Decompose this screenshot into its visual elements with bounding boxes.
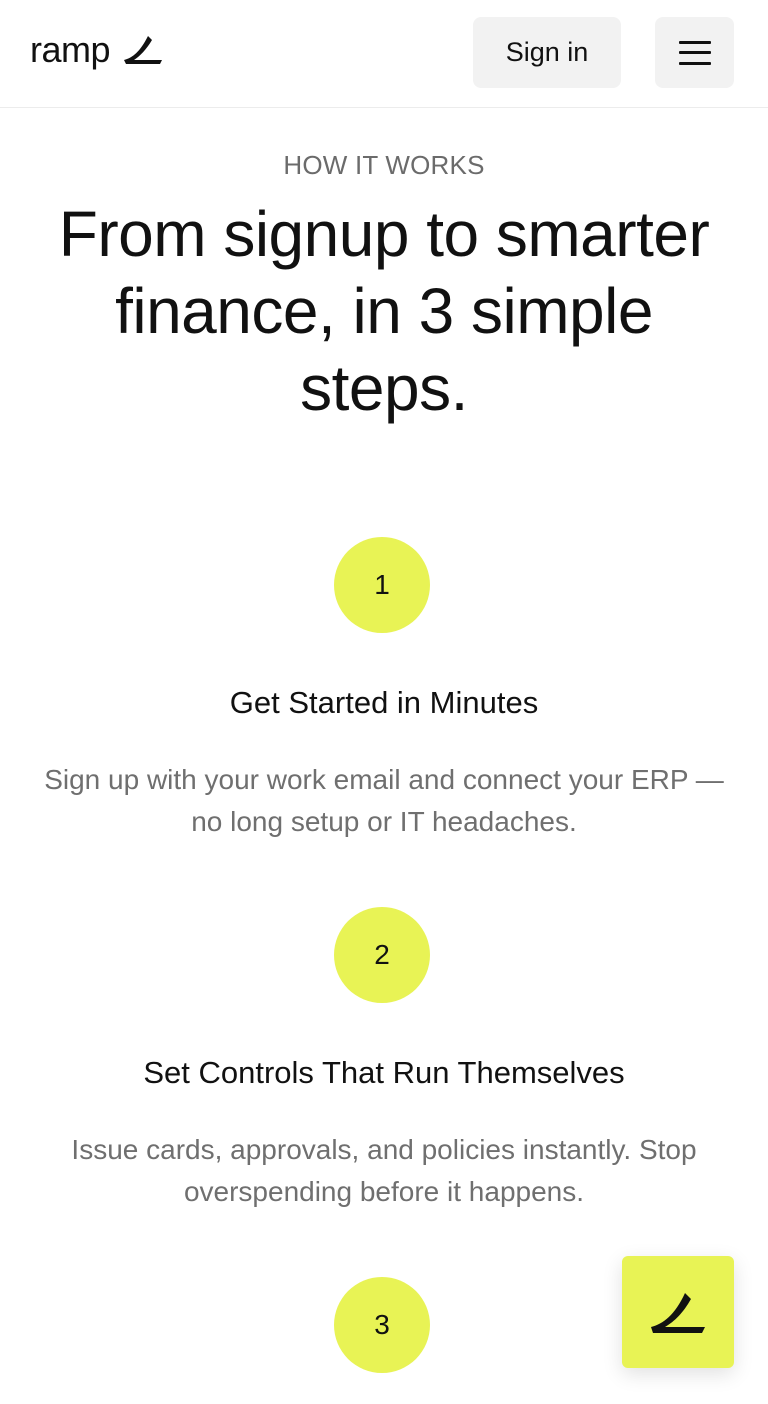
ramp-logo[interactable]: ramp [30,28,164,76]
step-number-badge: 3 [334,1277,430,1373]
step-description: Sign up with your work email and connect… [44,764,724,837]
menu-button[interactable] [655,17,734,88]
step-number-badge: 1 [334,537,430,633]
ramp-logo-icon [124,36,163,64]
page: ramp Sign in HOW IT WORKS From signup to… [0,0,768,1404]
floating-assistant-button[interactable] [622,1256,734,1368]
logo-wordmark: ramp [30,29,111,70]
step-title: Set Controls That Run Themselves [143,1055,625,1090]
step-description: Issue cards, approvals, and policies ins… [71,1134,697,1207]
hamburger-menu-icon [678,40,711,65]
section-eyebrow: HOW IT WORKS [283,150,485,180]
section-headline: From signup to smarter finance, in 3 sim… [58,198,710,424]
step-title: Get Started in Minutes [229,685,539,720]
ramp-logo-icon [651,1293,705,1333]
sign-in-button[interactable]: Sign in [473,17,621,88]
site-header: ramp Sign in [0,0,768,108]
step-number-badge: 2 [334,907,430,1003]
